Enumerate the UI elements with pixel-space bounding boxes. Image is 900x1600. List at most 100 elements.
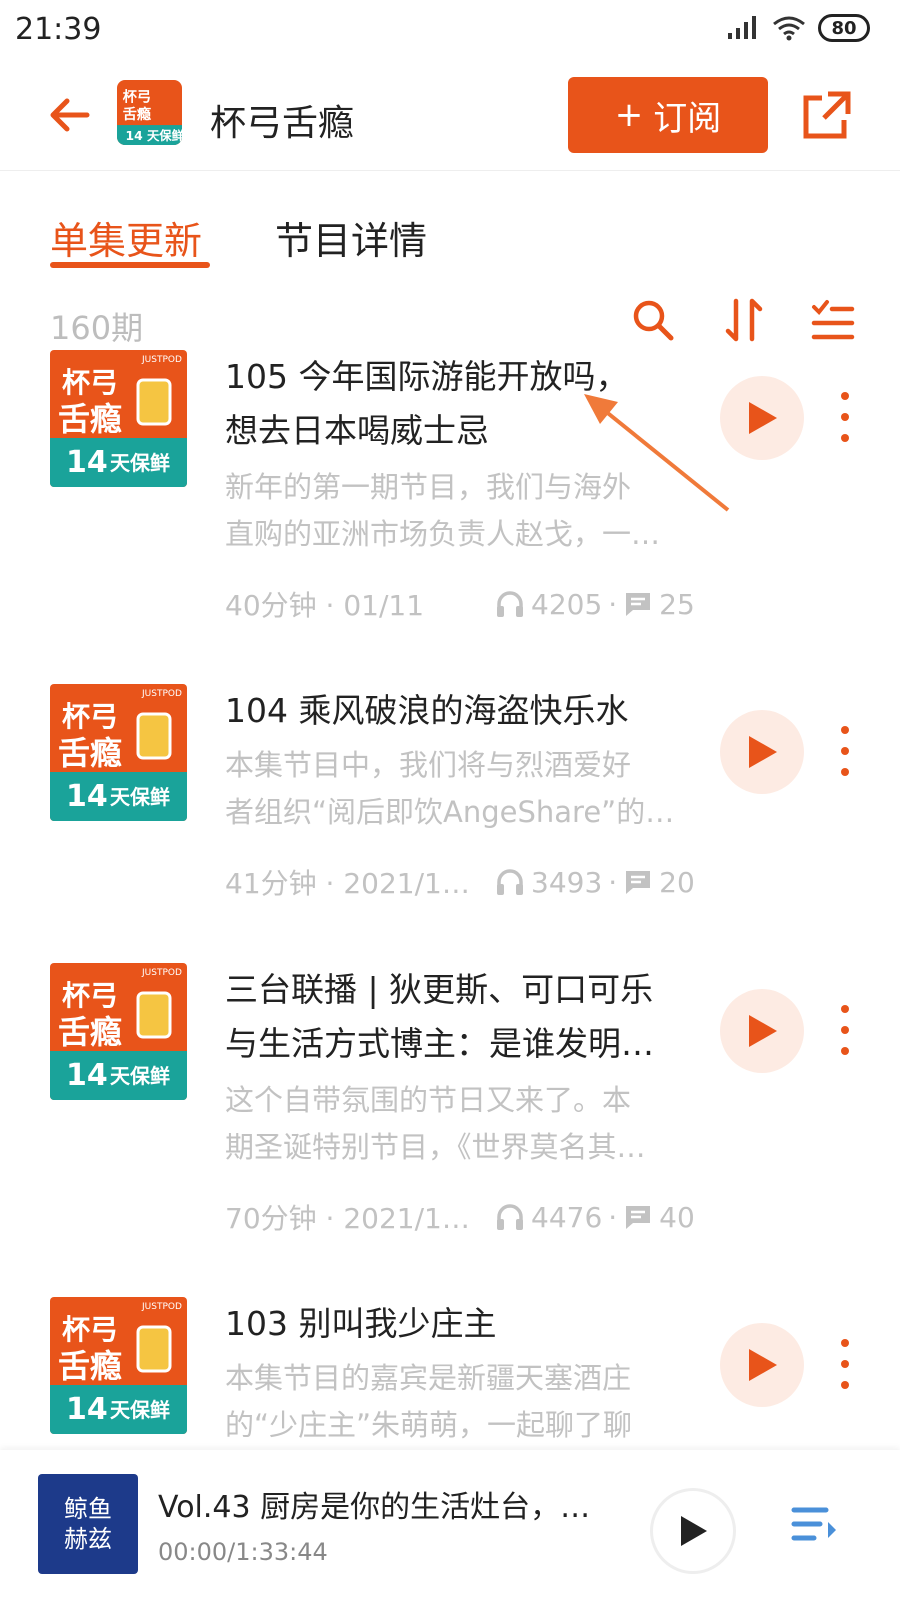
player-title: Vol.43 厨房是你的生活灶台，…: [158, 1490, 591, 1525]
episode-description: 这个自带氛围的节日又来了。本: [225, 1083, 632, 1117]
cover-badge-number: 14: [66, 445, 108, 480]
plus-icon: +: [614, 95, 644, 135]
search-icon[interactable]: [628, 295, 678, 345]
wifi-icon: [773, 16, 805, 41]
comment-count: 40: [659, 1200, 695, 1234]
play-button[interactable]: [720, 710, 804, 794]
batch-select-icon[interactable]: [808, 295, 858, 345]
headphones-icon: [497, 591, 523, 617]
cover-brand: JUSTPOD: [141, 968, 182, 978]
more-options-icon[interactable]: [835, 1005, 855, 1055]
episode-duration-date: 70分钟 · 2021/1…: [225, 1202, 470, 1235]
episode-title: 104 乘风破浪的海盗快乐水: [225, 691, 629, 730]
play-button[interactable]: [720, 1323, 804, 1407]
episode-stats: 4476 · 40: [495, 1201, 695, 1234]
play-count: 4205: [531, 587, 603, 621]
subscribe-label: 订阅: [653, 98, 722, 139]
episode-cover: JUSTPOD 杯弓 舌瘾 14 天保鲜: [50, 684, 187, 821]
play-count: 3493: [531, 865, 603, 899]
podcast-title: 杯弓舌瘾: [210, 103, 355, 144]
signal-icon: [728, 16, 756, 39]
more-options-icon[interactable]: [835, 392, 855, 442]
episode-item[interactable]: JUSTPOD 杯弓 舌瘾 14 天保鲜 103 别叫我少庄主 本集节目的嘉宾是…: [0, 1297, 900, 1450]
status-icons: 80: [726, 14, 870, 42]
cover-badge-number: 14: [66, 779, 108, 814]
comment-icon: [626, 1206, 651, 1229]
player-cover-line1: 鲸鱼: [64, 1495, 112, 1523]
player-cover: 鲸鱼 赫兹: [38, 1474, 138, 1574]
separator: ·: [608, 1200, 618, 1234]
cover-badge-number: 14: [66, 1058, 108, 1093]
svg-text:舌瘾: 舌瘾: [123, 105, 152, 123]
episode-cover: JUSTPOD 杯弓 舌瘾 14 天保鲜: [50, 963, 187, 1100]
battery-indicator: 80: [818, 14, 870, 42]
separator: ·: [608, 587, 618, 621]
more-options-icon[interactable]: [835, 726, 855, 776]
active-tab-indicator: [50, 262, 210, 268]
cover-title-line1: 杯弓: [62, 700, 118, 733]
episode-stats: 3493 · 20: [495, 866, 695, 899]
episode-description-line2: 者组织“阅后即饮AngeShare”的…: [225, 795, 675, 829]
comment-count: 20: [659, 865, 695, 899]
svg-text:14 天保鲜: 14 天保鲜: [126, 128, 182, 143]
cover-title-line2: 舌瘾: [58, 1013, 122, 1051]
play-icon: [749, 736, 777, 768]
episode-cover: JUSTPOD 杯弓 舌瘾 14 天保鲜: [50, 350, 187, 487]
cover-brand: JUSTPOD: [141, 689, 182, 699]
cover-badge-text: 天保鲜: [110, 1064, 170, 1088]
cover-title-line2: 舌瘾: [58, 400, 122, 438]
episode-count: 160期: [50, 309, 144, 347]
episode-description-line2: 期圣诞特别节目，《世界莫名其…: [225, 1130, 646, 1164]
play-count: 4476: [531, 1200, 603, 1234]
episode-cover: JUSTPOD 杯弓 舌瘾 14 天保鲜: [50, 1297, 187, 1434]
playlist-icon[interactable]: [790, 1502, 840, 1548]
cover-brand: JUSTPOD: [141, 355, 182, 365]
episode-title: 三台联播 | 狄更斯、可口可乐: [225, 970, 654, 1009]
tab-episode-updates[interactable]: 单集更新: [50, 210, 202, 265]
cover-title-line1: 杯弓: [62, 366, 118, 399]
cover-badge-text: 天保鲜: [110, 785, 170, 809]
play-icon: [749, 1349, 777, 1381]
sort-icon[interactable]: [720, 295, 770, 345]
separator: ·: [608, 865, 618, 899]
status-time: 21:39: [15, 12, 102, 47]
episode-meta: 70分钟 · 2021/1… 4476 · 40: [225, 1197, 695, 1237]
headphones-icon: [497, 869, 523, 895]
play-button[interactable]: [720, 989, 804, 1073]
episode-title-line2: 与生活方式博主：是谁发明…: [225, 1024, 654, 1063]
player-play-button[interactable]: [650, 1488, 736, 1574]
podcast-thumbnail: 杯弓 舌瘾 14 天保鲜: [117, 80, 182, 145]
episode-title: 103 别叫我少庄主: [225, 1304, 497, 1343]
episode-toolbar: 160期: [0, 295, 900, 355]
cover-badge-text: 天保鲜: [110, 451, 170, 475]
cover-title-line1: 杯弓: [62, 979, 118, 1012]
cover-brand: JUSTPOD: [141, 1302, 182, 1312]
cover-title-line2: 舌瘾: [58, 1347, 122, 1385]
play-icon: [749, 1015, 777, 1047]
tab-program-details[interactable]: 节目详情: [275, 210, 427, 265]
cover-title-line1: 杯弓: [62, 1313, 118, 1346]
cover-title-line2: 舌瘾: [58, 734, 122, 772]
episode-description: 本集节目中，我们将与烈酒爱好: [225, 748, 632, 782]
more-options-icon[interactable]: [835, 1339, 855, 1389]
episode-description-line2: 的“少庄主”朱萌萌，一起聊了聊: [225, 1408, 633, 1442]
status-bar: 21:39 80: [0, 0, 900, 60]
play-icon: [681, 1516, 707, 1546]
subscribe-button[interactable]: + 订阅: [568, 77, 768, 153]
tab-bar: 单集更新 节目详情: [0, 190, 900, 280]
play-icon: [749, 402, 777, 434]
cover-badge-text: 天保鲜: [110, 1398, 170, 1422]
comment-icon: [626, 871, 651, 894]
annotation-arrow: [584, 394, 730, 512]
share-icon[interactable]: [800, 88, 854, 142]
comment-count: 25: [659, 587, 695, 621]
episode-stats: 4205 · 25: [495, 588, 695, 621]
episode-meta: 40分钟 · 01/11 4205 · 25: [225, 584, 695, 624]
episode-meta: 41分钟 · 2021/1… 3493 · 20: [225, 862, 695, 902]
player-time: 00:00/1:33:44: [158, 1538, 328, 1566]
player-cover-line2: 赫兹: [64, 1525, 112, 1553]
mini-player[interactable]: 鲸鱼 赫兹 Vol.43 厨房是你的生活灶台，… 00:00/1:33:44: [0, 1450, 900, 1600]
episode-description: 本集节目的嘉宾是新疆天塞酒庄: [225, 1361, 632, 1395]
back-arrow-icon[interactable]: [45, 90, 95, 140]
headphones-icon: [497, 1204, 523, 1230]
